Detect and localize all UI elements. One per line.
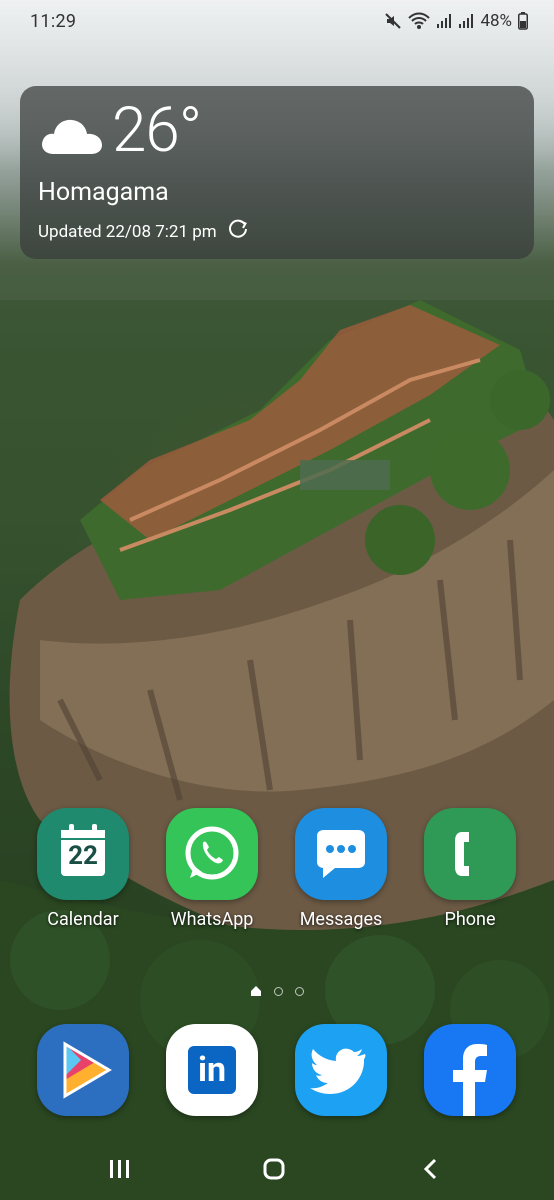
app-label: Phone xyxy=(444,909,496,930)
signal-icon xyxy=(458,13,474,29)
dock-facebook[interactable] xyxy=(410,1024,530,1116)
page-indicator[interactable] xyxy=(0,982,554,1001)
home-button[interactable] xyxy=(244,1152,304,1188)
recents-icon xyxy=(90,1160,150,1192)
battery-icon xyxy=(518,12,528,30)
app-messages[interactable]: Messages xyxy=(281,808,401,930)
back-button[interactable] xyxy=(400,1152,460,1188)
linkedin-icon: in xyxy=(166,1024,258,1116)
recents-button[interactable] xyxy=(90,1152,150,1188)
linkedin-text: in xyxy=(197,1050,227,1090)
page-dot xyxy=(274,987,283,996)
wifi-icon xyxy=(408,12,431,30)
facebook-icon xyxy=(424,1024,516,1116)
navigation-bar xyxy=(0,1136,554,1200)
page-dot xyxy=(295,987,304,996)
app-calendar[interactable]: 22 Calendar xyxy=(23,808,143,930)
status-icons: 48% xyxy=(384,11,528,31)
status-time: 11:29 xyxy=(30,11,77,32)
signal-icon xyxy=(436,13,452,29)
play-icon xyxy=(37,1024,129,1116)
app-whatsapp[interactable]: WhatsApp xyxy=(152,808,272,930)
app-label: WhatsApp xyxy=(170,909,254,930)
refresh-icon[interactable] xyxy=(227,218,249,245)
home-page-icon xyxy=(250,982,262,1001)
app-phone[interactable]: Phone xyxy=(410,808,530,930)
calendar-icon: 22 xyxy=(37,808,129,900)
battery-percent: 48% xyxy=(480,11,512,31)
phone-icon xyxy=(424,808,516,900)
dock-play-store[interactable] xyxy=(23,1024,143,1116)
weather-updated-text: Updated 22/08 7:21 pm xyxy=(38,221,217,242)
whatsapp-icon xyxy=(166,808,258,900)
cloud-icon xyxy=(40,114,104,160)
weather-location: Homagama xyxy=(38,178,169,207)
weather-temperature: 26° xyxy=(112,94,202,167)
dock-twitter[interactable] xyxy=(281,1024,401,1116)
calendar-date: 22 xyxy=(68,841,98,871)
messages-icon xyxy=(295,808,387,900)
twitter-icon xyxy=(295,1024,387,1116)
home-icon xyxy=(244,1158,304,1192)
app-label: Messages xyxy=(299,909,383,930)
mute-icon xyxy=(384,12,402,30)
back-icon xyxy=(400,1158,460,1192)
dock-linkedin[interactable]: in xyxy=(152,1024,272,1116)
status-bar: 11:29 48% xyxy=(0,0,554,44)
app-label: Calendar xyxy=(47,909,119,930)
weather-widget[interactable]: 26° Homagama Updated 22/08 7:21 pm xyxy=(20,86,534,259)
weather-updated-row: Updated 22/08 7:21 pm xyxy=(38,218,249,245)
